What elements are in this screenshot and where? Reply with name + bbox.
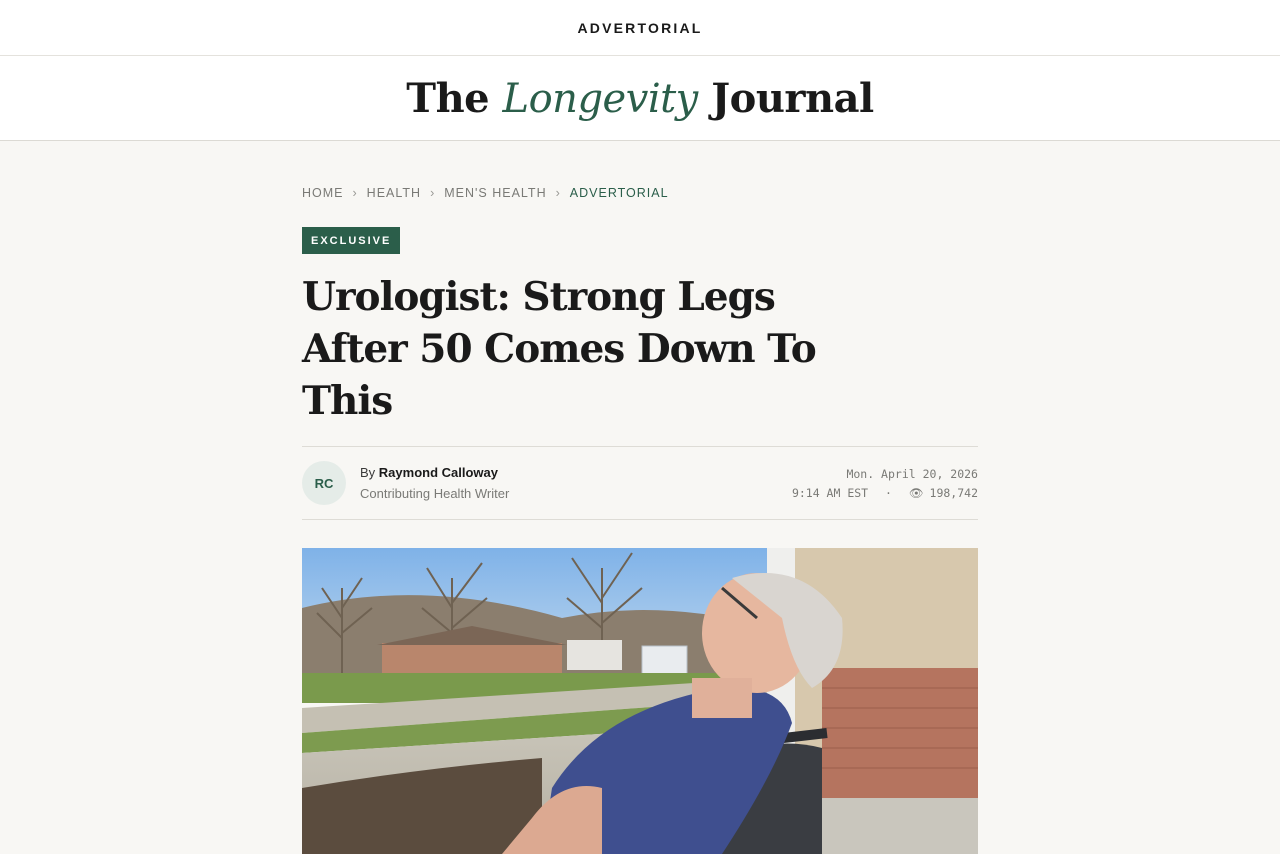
site-logo[interactable]: The Longevity Journal: [406, 74, 874, 122]
masthead: The Longevity Journal: [0, 56, 1280, 141]
exclusive-badge: EXCLUSIVE: [302, 227, 401, 254]
author-name[interactable]: Raymond Calloway: [379, 465, 498, 480]
separator-dot: ·: [885, 486, 892, 500]
breadcrumb-mens-health[interactable]: MEN'S HEALTH: [444, 186, 546, 200]
article-headline: Urologist: Strong Legs After 50 Comes Do…: [302, 274, 817, 424]
author-role: Contributing Health Writer: [360, 486, 510, 501]
chevron-right-icon: ›: [555, 186, 561, 200]
by-prefix: By: [360, 465, 376, 480]
byline: RC By Raymond Calloway Contributing Heal…: [302, 446, 978, 520]
publish-time: 9:14 AM EST: [791, 486, 869, 500]
article-meta: Mon. April 20, 2026 9:14 AM EST · 👁︎ 198,…: [792, 465, 978, 503]
eye-icon: 👁︎: [908, 486, 924, 500]
advertorial-label: ADVERTORIAL: [577, 19, 703, 36]
publish-date: Mon. April 20, 2026: [846, 467, 978, 481]
view-count: 198,742: [929, 486, 978, 500]
hero-image: [302, 548, 978, 854]
advertorial-bar: ADVERTORIAL: [0, 0, 1280, 56]
breadcrumb-home[interactable]: HOME: [302, 186, 344, 200]
breadcrumb-health[interactable]: HEALTH: [367, 186, 421, 200]
logo-suffix: Journal: [711, 74, 874, 122]
chevron-right-icon: ›: [430, 186, 436, 200]
logo-highlight: Longevity: [502, 75, 699, 122]
breadcrumb-current: ADVERTORIAL: [569, 186, 669, 200]
author-info: By Raymond Calloway Contributing Health …: [360, 465, 509, 501]
chevron-right-icon: ›: [352, 186, 358, 200]
article-container: HOME › HEALTH › MEN'S HEALTH › ADVERTORI…: [302, 141, 978, 854]
breadcrumb: HOME › HEALTH › MEN'S HEALTH › ADVERTORI…: [302, 186, 978, 200]
author-avatar[interactable]: RC: [302, 461, 346, 505]
hero-photo: [302, 548, 978, 854]
logo-prefix: The: [406, 74, 490, 122]
